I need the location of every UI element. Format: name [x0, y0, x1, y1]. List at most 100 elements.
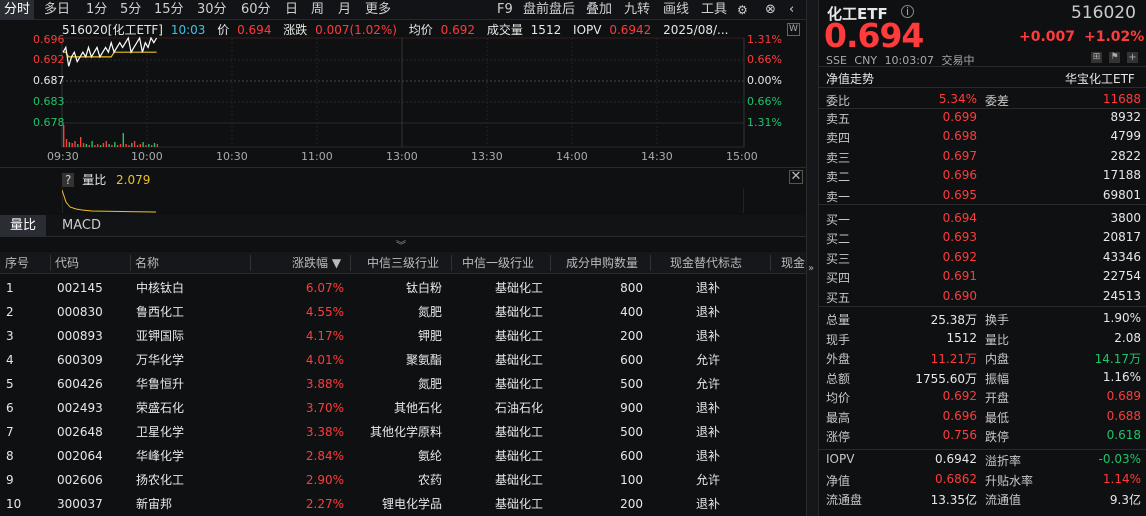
- volume-ratio-chart: [62, 188, 744, 213]
- row-code: 002648: [57, 425, 103, 439]
- extra-value: 0.6862: [935, 471, 977, 486]
- col-subscription-qty[interactable]: 成分申购数量: [566, 252, 638, 274]
- row-level3: 氮肥: [417, 377, 442, 391]
- expand-icon[interactable]: ⊞: [1091, 52, 1102, 63]
- col-cash[interactable]: 现金: [781, 252, 805, 274]
- y-tick-2: 0.692: [33, 53, 65, 66]
- ask-3-volume: 2822: [1110, 148, 1141, 163]
- tab-5min[interactable]: 5分: [116, 0, 145, 20]
- tools-button[interactable]: 工具: [697, 0, 731, 20]
- extra-value: -0.03%: [1098, 452, 1141, 466]
- row-qty: 600: [620, 449, 643, 463]
- extra-label: 净值: [826, 473, 851, 488]
- tab-30min[interactable]: 30分: [193, 0, 231, 20]
- row-index: 5: [6, 377, 14, 391]
- col-change-sort[interactable]: 涨跌幅 ▼: [292, 252, 341, 274]
- tab-60min[interactable]: 60分: [237, 0, 275, 20]
- tab-macd[interactable]: MACD: [52, 215, 111, 237]
- ask-5-label: 卖五: [826, 112, 851, 126]
- add-icon[interactable]: +: [1127, 52, 1138, 63]
- row-level1: 基础化工: [494, 377, 543, 391]
- extra-value: 13.35亿: [930, 493, 977, 507]
- row-level1: 基础化工: [494, 497, 543, 511]
- nine-turn-button[interactable]: 九转: [620, 0, 654, 20]
- tab-multi-day[interactable]: 多日: [40, 0, 74, 20]
- stat-label: 量比: [985, 332, 1010, 347]
- volume-bar: [102, 143, 105, 147]
- y-tick-1: 0.696: [33, 33, 65, 46]
- x-tick-1500: 15:00: [726, 150, 758, 163]
- col-level1-industry[interactable]: 中信一级行业: [462, 252, 534, 274]
- row-cash-flag: 退补: [695, 401, 720, 415]
- stat-label: 现手: [826, 332, 851, 347]
- stat-label: 换手: [985, 313, 1010, 327]
- col-cash-sub-flag[interactable]: 现金替代标志: [670, 252, 742, 274]
- col-level3-industry[interactable]: 中信三级行业: [367, 252, 439, 274]
- bid-1-label: 买一: [826, 213, 851, 227]
- stat-label: 跌停: [985, 430, 1010, 444]
- x-tick-1100: 11:00: [301, 150, 333, 163]
- x-tick-1030: 10:30: [216, 150, 248, 163]
- draw-line-button[interactable]: 画线: [659, 0, 693, 20]
- row-cash-flag: 退补: [695, 449, 720, 463]
- row-change: 6.07%: [305, 281, 344, 295]
- help-icon[interactable]: ?: [62, 173, 75, 187]
- collapse-icon[interactable]: »: [808, 263, 814, 274]
- col-index[interactable]: 序号: [5, 252, 29, 274]
- ratio-value: 2.079: [116, 173, 151, 187]
- stat-value: 0.692: [942, 389, 977, 403]
- row-cash-flag: 退补: [695, 281, 720, 295]
- pre-post-button[interactable]: 盘前盘后: [519, 0, 579, 20]
- tab-month[interactable]: 月: [334, 0, 355, 20]
- volume-bar: [91, 141, 93, 147]
- chevron-down-icon[interactable]: ︾: [396, 237, 406, 252]
- extra-value: 9.3亿: [1109, 493, 1141, 507]
- ratio-header: ? 量比 2.079: [62, 171, 150, 188]
- f9-button[interactable]: F9: [493, 0, 517, 20]
- row-code: 000893: [57, 329, 103, 343]
- row-level3: 氨纶: [417, 449, 442, 463]
- tab-week[interactable]: 周: [307, 0, 328, 20]
- gear-icon[interactable]: ⚙: [733, 0, 752, 20]
- bid-5-volume: 24513: [1102, 288, 1141, 303]
- col-code[interactable]: 代码: [55, 252, 79, 274]
- col-name[interactable]: 名称: [135, 252, 159, 274]
- bid-4-label: 买四: [826, 271, 851, 286]
- close-panel-icon[interactable]: ✕: [789, 170, 803, 184]
- stat-value: 1755.60万: [915, 371, 977, 386]
- flag-icon[interactable]: ⚑: [1109, 52, 1120, 63]
- row-code: 002145: [57, 281, 103, 295]
- ask-1-volume: 69801: [1102, 187, 1141, 202]
- pct-tick-5: 1.31%: [747, 116, 782, 129]
- nav-trend-link[interactable]: 净值走势: [826, 70, 874, 87]
- chevron-left-icon[interactable]: ‹: [785, 0, 798, 20]
- row-code: 002064: [57, 449, 103, 463]
- stat-label: 内盘: [985, 352, 1010, 366]
- tab-day[interactable]: 日: [281, 0, 302, 20]
- stat-value: 1.90%: [1102, 311, 1141, 325]
- period-toolbar: 分时 多日 1分 5分 15分 30分 60分 日 周 月 更多 F9 盘前盘后…: [0, 0, 806, 20]
- row-qty: 600: [620, 353, 643, 367]
- tab-more[interactable]: 更多: [361, 0, 395, 20]
- bid-3-price: 0.692: [942, 249, 977, 264]
- row-index: 4: [6, 353, 14, 367]
- volume-bar: [114, 142, 116, 147]
- tab-1min[interactable]: 1分: [82, 0, 111, 20]
- row-index: 6: [6, 401, 14, 415]
- weibi-value: 5.34%: [938, 92, 977, 106]
- tab-intraday[interactable]: 分时: [0, 0, 35, 20]
- stat-label: 最高: [826, 410, 851, 425]
- close-icon[interactable]: ⊗: [761, 0, 780, 20]
- overlay-button[interactable]: 叠加: [582, 0, 616, 20]
- row-code: 300037: [57, 497, 103, 511]
- stat-value: 1.16%: [1102, 369, 1141, 384]
- stat-value: 0.756: [942, 428, 977, 442]
- row-index: 10: [6, 497, 22, 511]
- row-qty: 500: [620, 425, 643, 439]
- row-name: 华鲁恒升: [136, 377, 185, 391]
- stat-label: 外盘: [826, 352, 851, 366]
- tab-volume-ratio[interactable]: 量比: [0, 215, 47, 237]
- bid-5-label: 买五: [826, 290, 851, 305]
- price-line: [62, 36, 158, 67]
- tab-15min[interactable]: 15分: [150, 0, 188, 20]
